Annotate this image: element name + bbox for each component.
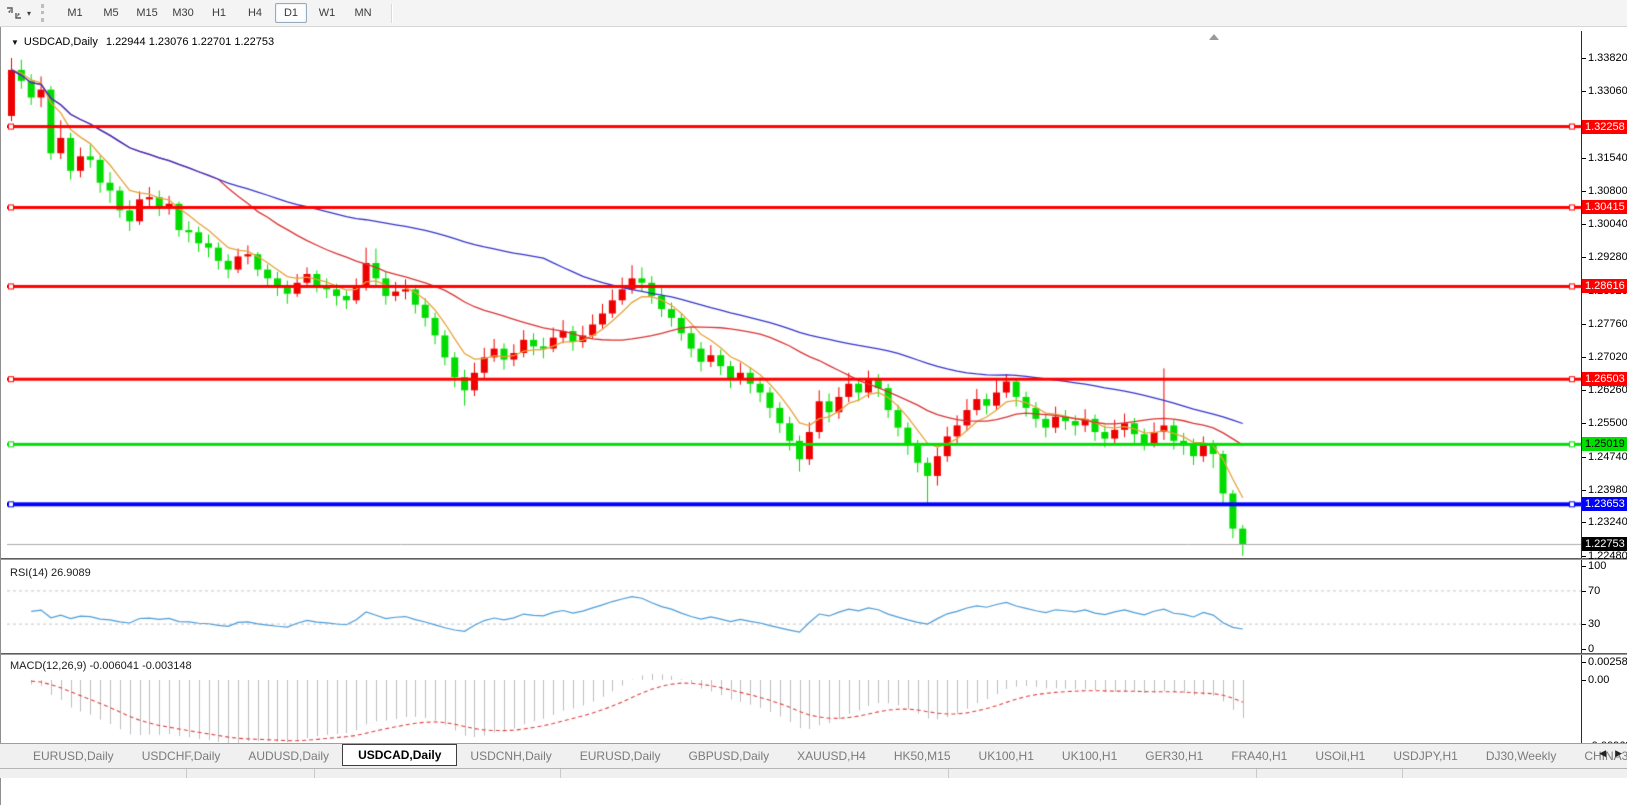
status-strip-separator xyxy=(1402,769,1403,778)
price-level-flag: 1.30415 xyxy=(1582,200,1627,215)
macd-panel-divider[interactable] xyxy=(1,653,1627,655)
timeframe-button-h1[interactable]: H1 xyxy=(203,3,235,23)
price-level-flag: 1.22753 xyxy=(1582,536,1627,551)
price-tick: 1.29280 xyxy=(1582,251,1627,263)
tab-3-usdcad-daily[interactable]: USDCAD,Daily xyxy=(342,744,458,766)
price-tick: 1.27020 xyxy=(1582,351,1627,363)
tab-0-eurusd-daily[interactable]: EURUSD,Daily xyxy=(20,746,127,766)
tab-12-fra40-h1[interactable]: FRA40,H1 xyxy=(1218,746,1300,766)
tab-15-dj30-weekly[interactable]: DJ30,Weekly xyxy=(1473,746,1569,766)
timeframe-button-mn[interactable]: MN xyxy=(347,3,379,23)
top-toolbar: ▾ M1 M5 M15 M30 H1 H4 D1 W1 MN xyxy=(0,0,1627,27)
rsi-scale-tick: 70 xyxy=(1582,585,1600,597)
price-tick: 1.24740 xyxy=(1582,451,1627,463)
price-level-flag: 1.32258 xyxy=(1582,119,1627,134)
timeframe-button-m30[interactable]: M30 xyxy=(167,3,199,23)
status-strip-separator xyxy=(948,769,949,778)
rsi-scale-tick: 100 xyxy=(1582,560,1606,572)
timeframe-button-h4[interactable]: H4 xyxy=(239,3,271,23)
status-strip-separator xyxy=(560,769,561,778)
price-tick: 1.33060 xyxy=(1582,85,1627,97)
status-strip-separator xyxy=(1256,769,1257,778)
toolbar-separator xyxy=(391,3,394,23)
main-chart-canvas[interactable] xyxy=(7,31,1581,558)
status-strip xyxy=(0,768,1627,778)
macd-scale-tick: 0.00258 xyxy=(1582,656,1627,668)
rsi-scale-tick: 30 xyxy=(1582,618,1600,630)
price-tick: 1.30040 xyxy=(1582,218,1627,230)
tab-13-usoil-h1[interactable]: USOil,H1 xyxy=(1302,746,1378,766)
timeframe-buttons: M1 M5 M15 M30 H1 H4 D1 W1 MN xyxy=(57,0,381,27)
tab-11-ger30-h1[interactable]: GER30,H1 xyxy=(1132,746,1216,766)
chart-symbol-period: USDCAD,Daily xyxy=(23,36,98,48)
chart-ohlc-values: 1.22944 1.23076 1.22701 1.22753 xyxy=(105,36,275,48)
timeframe-button-d1[interactable]: D1 xyxy=(275,3,308,23)
tab-8-hk50-m15[interactable]: HK50,M15 xyxy=(881,746,964,766)
tab-7-xauusd-h4[interactable]: XAUUSD,H4 xyxy=(784,746,879,766)
rsi-scale-tick: 0 xyxy=(1582,643,1594,655)
rsi-panel-divider[interactable] xyxy=(1,558,1627,560)
price-level-flag: 1.26503 xyxy=(1582,372,1627,387)
timeframe-button-w1[interactable]: W1 xyxy=(311,3,343,23)
toolbar-grip xyxy=(41,4,49,22)
tab-scroll-right-icon[interactable]: ▶ xyxy=(1615,748,1622,759)
tab-5-eurusd-daily[interactable]: EURUSD,Daily xyxy=(567,746,674,766)
tab-6-gbpusd-daily[interactable]: GBPUSD,Daily xyxy=(675,746,782,766)
chart-window: ▼ USDCAD,Daily 1.22944 1.23076 1.22701 1.2… xyxy=(0,27,1627,805)
tab-scroll-buttons: ◀ ▶ xyxy=(1599,748,1622,759)
symbol-dropdown-icon[interactable]: ▼ xyxy=(11,38,19,47)
price-tick: 1.33820 xyxy=(1582,52,1627,64)
price-tick: 1.25500 xyxy=(1582,417,1627,429)
chart-header: ▼ USDCAD,Daily 1.22944 1.23076 1.22701 1.2… xyxy=(11,36,274,48)
timeframe-button-m5[interactable]: M5 xyxy=(95,3,127,23)
timeframe-button-m1[interactable]: M1 xyxy=(59,3,91,23)
tab-scroll-left-icon[interactable]: ◀ xyxy=(1599,748,1606,759)
price-level-flag: 1.28616 xyxy=(1582,279,1627,294)
price-tick: 1.27760 xyxy=(1582,318,1627,330)
tab-14-usdjpy-h1[interactable]: USDJPY,H1 xyxy=(1380,746,1470,766)
macd-indicator-label: MACD(12,26,9) -0.006041 -0.003148 xyxy=(10,660,192,672)
rsi-indicator-label: RSI(14) 26.9089 xyxy=(10,567,91,579)
price-tick: 1.23980 xyxy=(1582,484,1627,496)
macd-panel-canvas[interactable] xyxy=(7,656,1581,750)
tab-1-usdchf-daily[interactable]: USDCHF,Daily xyxy=(129,746,234,766)
price-tick: 1.23240 xyxy=(1582,516,1627,528)
timeframe-button-m15[interactable]: M15 xyxy=(131,3,163,23)
toolbar-dropdown-icon[interactable]: ▾ xyxy=(25,7,33,20)
price-tick: 1.30800 xyxy=(1582,185,1627,197)
status-strip-separator xyxy=(186,769,187,778)
macd-scale-tick: 0.00 xyxy=(1582,674,1609,686)
symbol-tab-bar: EURUSD,Daily USDCHF,Daily AUDUSD,Daily USDC… xyxy=(0,743,1627,768)
tab-10-uk100-h1[interactable]: UK100,H1 xyxy=(1049,746,1130,766)
charts-toolbar-icon[interactable] xyxy=(3,3,25,23)
tab-2-audusd-daily[interactable]: AUDUSD,Daily xyxy=(235,746,342,766)
chart-shift-marker-icon[interactable] xyxy=(1209,34,1219,40)
rsi-panel-canvas[interactable] xyxy=(7,563,1581,653)
tab-9-uk100-h1[interactable]: UK100,H1 xyxy=(966,746,1047,766)
price-level-flag: 1.23653 xyxy=(1582,497,1627,512)
status-strip-separator xyxy=(314,769,315,778)
tab-4-usdcnh-daily[interactable]: USDCNH,Daily xyxy=(457,746,564,766)
price-level-flag: 1.25019 xyxy=(1582,437,1627,452)
price-tick: 1.31540 xyxy=(1582,152,1627,164)
